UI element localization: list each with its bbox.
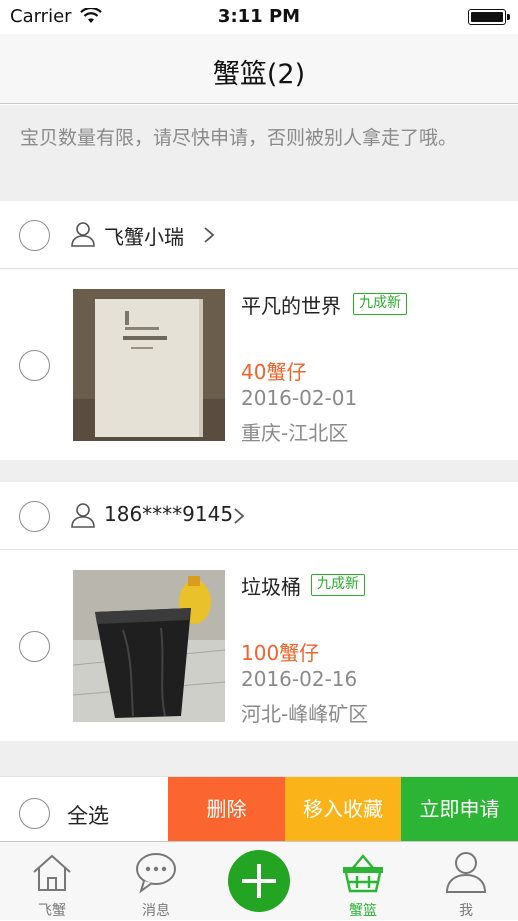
user-icon	[70, 502, 96, 532]
tab-home[interactable]: 飞蟹	[0, 842, 104, 921]
basket-icon	[341, 850, 385, 894]
seller-name[interactable]: 186****9145	[104, 502, 233, 526]
action-bar: 全选 删除 移入收藏 立即申请	[0, 776, 518, 842]
select-all-label[interactable]: 全选	[67, 800, 109, 830]
apply-now-button[interactable]: 立即申请	[401, 777, 518, 842]
chevron-right-icon[interactable]	[233, 507, 245, 529]
nav-bar: 蟹篮(2)	[0, 34, 518, 104]
plus-icon	[228, 864, 290, 916]
item-location: 重庆-江北区	[241, 421, 349, 445]
tab-bar: 飞蟹 消息 蟹篮 我	[0, 841, 518, 920]
battery-icon	[468, 9, 510, 25]
user-icon	[70, 221, 96, 251]
condition-badge: 九成新	[353, 293, 407, 315]
user-icon	[444, 850, 488, 894]
notice-banner: 宝贝数量有限，请尽快申请，否则被别人拿走了哦。	[0, 105, 518, 201]
tab-label: 蟹篮	[349, 903, 377, 919]
item-title[interactable]: 垃圾桶	[241, 571, 301, 600]
post-button[interactable]	[228, 850, 290, 912]
seller-row[interactable]: 186****9145	[0, 482, 518, 550]
seller-row[interactable]: 飞蟹小瑞	[0, 201, 518, 269]
tab-label: 消息	[142, 903, 170, 919]
item-location: 河北-峰峰矿区	[241, 702, 369, 726]
item-select-radio[interactable]	[19, 350, 50, 381]
item-title[interactable]: 平凡的世界	[241, 290, 341, 319]
home-icon	[30, 850, 74, 894]
item-select-radio[interactable]	[19, 631, 50, 662]
item-date: 2016-02-01	[241, 386, 358, 410]
move-to-favorites-button[interactable]: 移入收藏	[285, 777, 401, 842]
item-date: 2016-02-16	[241, 667, 358, 691]
tab-label: 飞蟹	[38, 903, 66, 919]
item-price: 100蟹仔	[241, 641, 320, 665]
item-price: 40蟹仔	[241, 360, 307, 384]
tab-label: 我	[459, 903, 473, 919]
seller-select-radio[interactable]	[19, 220, 50, 251]
clock: 3:11 PM	[217, 6, 301, 27]
chevron-right-icon[interactable]	[203, 226, 215, 248]
tab-me[interactable]: 我	[414, 842, 518, 921]
section-divider	[0, 741, 518, 776]
delete-button[interactable]: 删除	[168, 777, 285, 842]
item-thumbnail-trash-bin[interactable]	[73, 570, 225, 722]
tab-messages[interactable]: 消息	[104, 842, 208, 921]
chat-bubble-icon	[134, 850, 178, 894]
tab-basket[interactable]: 蟹篮	[311, 842, 415, 921]
list-item[interactable]: 平凡的世界 九成新 40蟹仔 2016-02-01 重庆-江北区	[0, 270, 518, 460]
seller-name[interactable]: 飞蟹小瑞	[104, 221, 184, 250]
page-title: 蟹篮(2)	[212, 59, 306, 90]
section-divider	[0, 460, 518, 482]
select-all-radio[interactable]	[19, 798, 50, 829]
seller-select-radio[interactable]	[19, 501, 50, 532]
condition-badge: 九成新	[311, 574, 365, 596]
status-bar: Carrier 3:11 PM	[0, 0, 518, 34]
list-item[interactable]: 垃圾桶 九成新 100蟹仔 2016-02-16 河北-峰峰矿区	[0, 551, 518, 741]
item-thumbnail-book[interactable]	[73, 289, 225, 441]
